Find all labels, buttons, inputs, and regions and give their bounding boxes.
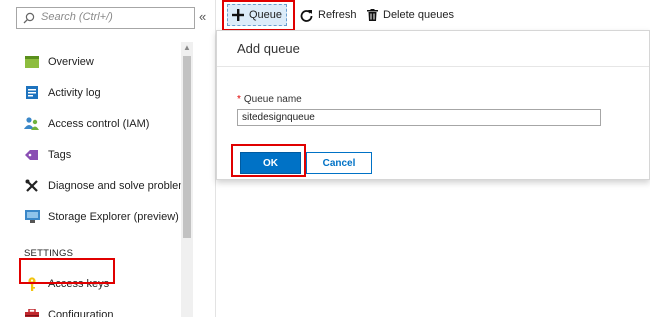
nav-item-configuration[interactable]: Configuration — [15, 299, 180, 317]
dialog-divider — [217, 66, 649, 67]
activity-log-icon — [24, 85, 40, 101]
nav-item-overview[interactable]: Overview — [15, 46, 180, 77]
nav-item-label: Diagnose and solve problems — [48, 179, 193, 192]
nav-item-activity-log[interactable]: Activity log — [15, 77, 180, 108]
wrench-icon — [24, 178, 40, 194]
delete-queues-button[interactable]: Delete queues — [367, 4, 454, 26]
add-queue-label: Queue — [249, 9, 283, 21]
nav-item-label: Tags — [48, 148, 72, 161]
key-icon — [24, 276, 40, 292]
scroll-up-arrow-icon[interactable]: ▲ — [181, 42, 193, 54]
trash-icon — [367, 9, 378, 21]
add-queue-button[interactable]: Queue — [227, 4, 288, 26]
nav-item-storage-explorer[interactable]: Storage Explorer (preview) — [15, 201, 180, 232]
cancel-button[interactable]: Cancel — [306, 152, 372, 174]
queue-name-input[interactable] — [237, 109, 601, 126]
nav-item-label: Access control (IAM) — [48, 117, 150, 130]
settings-section-header: SETTINGS — [24, 247, 74, 259]
menu-scrollbar[interactable]: ▲ — [181, 42, 193, 317]
nav-item-label: Access keys — [48, 277, 110, 290]
refresh-button[interactable]: Refresh — [300, 4, 357, 26]
refresh-label: Refresh — [318, 9, 357, 21]
collapse-menu-button[interactable]: « — [199, 9, 206, 24]
nav-item-access-keys[interactable]: Access keys — [15, 268, 180, 299]
required-marker: * — [237, 94, 241, 105]
search-input[interactable]: Search (Ctrl+/) — [16, 7, 195, 29]
nav-item-diagnose[interactable]: Diagnose and solve problems — [15, 170, 193, 201]
nav-list: Overview Activity log Access control (IA… — [15, 46, 193, 317]
resource-menu: Search (Ctrl+/) « Overview Activity log … — [0, 0, 215, 317]
search-icon — [23, 12, 35, 24]
command-bar: Queue Refresh Delete queues — [216, 0, 650, 30]
add-queue-dialog: Add queue *Queue name OK Cancel — [216, 30, 650, 180]
tag-icon — [24, 147, 40, 163]
nav-item-label: Storage Explorer (preview) — [48, 210, 179, 223]
search-placeholder: Search (Ctrl+/) — [41, 11, 113, 23]
plus-icon — [232, 9, 244, 21]
ok-button[interactable]: OK — [240, 152, 301, 174]
nav-item-tags[interactable]: Tags — [15, 139, 180, 170]
nav-item-label: Configuration — [48, 308, 114, 317]
toolbox-icon — [24, 307, 40, 317]
storage-explorer-icon — [24, 209, 40, 225]
dialog-title: Add queue — [237, 41, 300, 56]
access-control-icon — [24, 116, 40, 132]
nav-item-label: Activity log — [48, 86, 101, 99]
refresh-icon — [300, 9, 313, 22]
queue-name-label: * Queue name — [237, 94, 302, 105]
scroll-thumb[interactable] — [183, 56, 191, 238]
nav-item-access-control[interactable]: Access control (IAM) — [15, 108, 180, 139]
nav-item-label: Overview — [48, 55, 94, 68]
delete-queues-label: Delete queues — [383, 9, 454, 21]
overview-icon — [24, 54, 40, 70]
queue-name-label-text: Queue name — [243, 94, 302, 105]
